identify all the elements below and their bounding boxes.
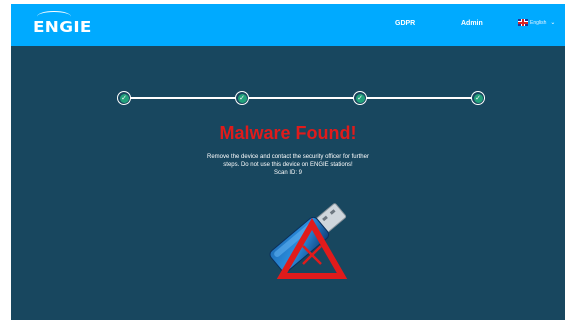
- message-line-1: Remove the device and contact the securi…: [207, 154, 369, 160]
- step-4-complete: ✓: [471, 91, 485, 105]
- uk-flag-icon: [518, 19, 528, 26]
- check-icon: ✓: [237, 93, 247, 103]
- progress-line: [125, 97, 485, 99]
- check-icon: ✓: [473, 93, 483, 103]
- check-icon: ✓: [119, 93, 129, 103]
- infected-usb-icon: [269, 203, 348, 279]
- step-1-complete: ✓: [117, 91, 131, 105]
- nav-admin-link[interactable]: Admin: [461, 20, 483, 27]
- scan-progress: ✓ ✓ ✓ ✓: [117, 91, 495, 105]
- message-line-2: steps. Do not use this device on ENGIE s…: [223, 162, 353, 168]
- scan-id: Scan ID: 9: [273, 170, 302, 176]
- language-label: English: [530, 19, 547, 26]
- engie-logo[interactable]: ENGIE: [33, 18, 92, 36]
- malware-alert-title: Malware Found!: [219, 123, 357, 143]
- top-bar: ENGIE GDPR Admin English ⌄: [11, 4, 565, 46]
- alert-message: Remove the device and contact the securi…: [11, 153, 565, 177]
- language-selector[interactable]: English ⌄: [518, 19, 555, 26]
- check-icon: ✓: [355, 93, 365, 103]
- chevron-down-icon: ⌄: [550, 20, 556, 26]
- step-3-complete: ✓: [353, 91, 367, 105]
- nav-gdpr-link[interactable]: GDPR: [395, 20, 415, 27]
- app-window: ENGIE GDPR Admin English ⌄ ✓ ✓ ✓ ✓ Malwa…: [11, 4, 565, 320]
- step-2-complete: ✓: [235, 91, 249, 105]
